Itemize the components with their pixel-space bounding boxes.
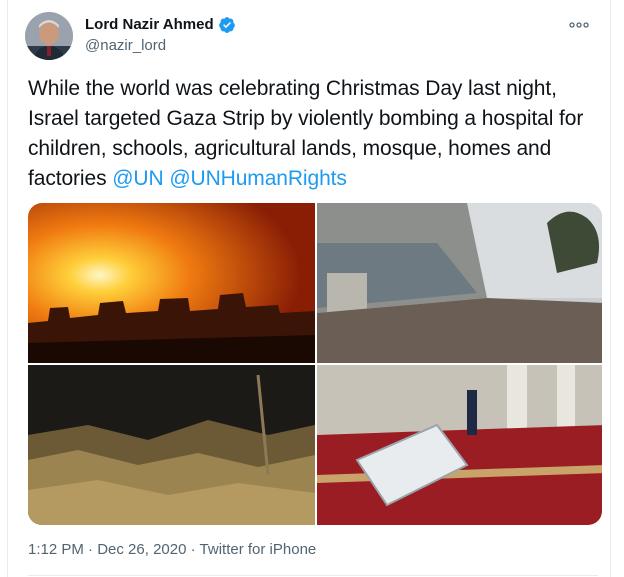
tweet-meta: 1:12 PM · Dec 26, 2020 · Twitter for iPh… (28, 541, 316, 558)
verified-badge-icon (218, 16, 236, 34)
author-handle[interactable]: @nazir_lord (85, 36, 236, 56)
tweet-text: While the world was celebrating Christma… (28, 74, 608, 194)
author-names: Lord Nazir Ahmed @nazir_lord (85, 15, 236, 56)
divider (28, 575, 598, 576)
tweet-header: Lord Nazir Ahmed @nazir_lord (25, 10, 598, 60)
tweet-source[interactable]: Twitter for iPhone (200, 541, 317, 558)
media-grid (28, 203, 602, 525)
author-display-name[interactable]: Lord Nazir Ahmed (85, 15, 214, 35)
more-horizontal-icon[interactable] (568, 18, 590, 32)
meta-separator: · (88, 541, 94, 558)
tweet-card: Lord Nazir Ahmed @nazir_lord While the w… (7, 0, 611, 577)
damaged-street-photo[interactable] (317, 203, 602, 363)
meta-separator: · (190, 541, 196, 558)
tweet-date[interactable]: Dec 26, 2020 (97, 541, 186, 558)
explosion-night-photo[interactable] (28, 203, 315, 363)
avatar[interactable] (25, 12, 73, 60)
mention-link-un[interactable]: @UN (112, 167, 163, 190)
rubble-night-photo[interactable] (28, 365, 315, 525)
mention-link-unhumanrights[interactable]: @UNHumanRights (169, 167, 347, 190)
author-display-name-row[interactable]: Lord Nazir Ahmed (85, 15, 236, 35)
tweet-time[interactable]: 1:12 PM (28, 541, 84, 558)
damaged-mosque-interior-photo[interactable] (317, 365, 602, 525)
